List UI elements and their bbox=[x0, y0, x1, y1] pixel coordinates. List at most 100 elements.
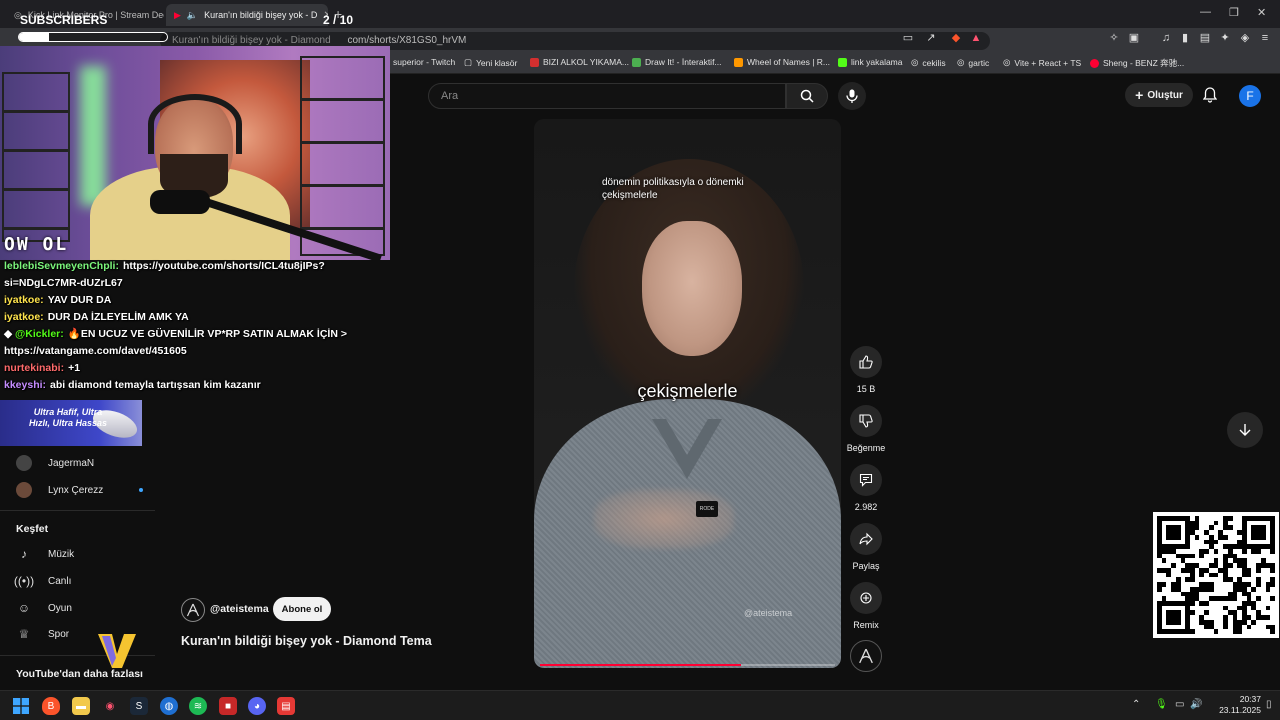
music-note-icon: ♪ bbox=[21, 547, 27, 561]
menu-icon[interactable]: ≡ bbox=[1259, 32, 1271, 44]
comments-action[interactable]: 2.982 bbox=[846, 464, 886, 512]
tray-network-icon[interactable]: ▭ bbox=[1175, 699, 1184, 710]
file-explorer-icon[interactable]: ▬ bbox=[72, 697, 90, 715]
subscriber-goal-label: SUBSCRIBERS bbox=[20, 13, 108, 27]
voice-search-button[interactable] bbox=[838, 82, 866, 110]
ai-icon[interactable]: ✦ bbox=[1219, 32, 1231, 44]
bell-icon bbox=[1203, 87, 1217, 103]
arrow-down-icon bbox=[1239, 424, 1251, 436]
sidebar-item-music[interactable]: ♪ Müzik bbox=[16, 546, 74, 562]
discord-icon[interactable]: ◕ bbox=[248, 697, 266, 715]
screen-cast-icon[interactable]: ▭ bbox=[902, 32, 914, 44]
bookmark-item[interactable]: BIZI ALKOL YIKAMA... bbox=[530, 57, 629, 67]
comment-icon bbox=[859, 473, 873, 487]
tab-search-icon[interactable]: ▣ bbox=[1128, 32, 1140, 44]
remix-action[interactable]: Remix bbox=[846, 582, 886, 630]
like-button[interactable] bbox=[850, 346, 882, 378]
windows-start-icon[interactable] bbox=[12, 697, 30, 715]
chat-message: ◆ @Kickler: 🔥EN UCUZ VE GÜVENİLİR VP*RP S… bbox=[4, 326, 384, 360]
microphone-icon bbox=[846, 89, 858, 103]
share-action[interactable]: Paylaş bbox=[846, 523, 886, 571]
sponsor-ad-banner: Ultra Hafif, Ultra Hızlı, Ultra Hassas bbox=[0, 400, 142, 446]
account-avatar[interactable]: F bbox=[1239, 85, 1261, 107]
steam-icon[interactable]: S bbox=[130, 697, 148, 715]
location-app-icon[interactable]: ◉ bbox=[101, 697, 119, 715]
live-icon: ((•)) bbox=[13, 574, 35, 588]
sidebar-channel-lynx-cerezz[interactable]: Lynx Çerezz bbox=[16, 482, 144, 498]
sidebar-icon[interactable]: ▮ bbox=[1179, 32, 1191, 44]
share-icon[interactable]: ↗ bbox=[925, 32, 937, 44]
bookmark-item[interactable]: superior - Twitch bbox=[393, 57, 455, 67]
bookmark-item[interactable]: ◎ gartic bbox=[957, 57, 989, 68]
remix-label: Remix bbox=[853, 620, 879, 630]
brave-shield-icon[interactable]: ◆ bbox=[950, 32, 962, 44]
like-count: 15 B bbox=[856, 384, 876, 394]
globe-icon: ◎ bbox=[957, 57, 965, 67]
bookmark-item[interactable]: Sheng - BENZ 奔驰... bbox=[1090, 57, 1184, 69]
close-window-icon[interactable]: ✕ bbox=[1257, 6, 1266, 19]
subscriber-goal-fill bbox=[19, 33, 49, 41]
share-button[interactable] bbox=[850, 523, 882, 555]
stream-chat: leblebiSevmeyenChpli: https://youtube.com… bbox=[4, 258, 384, 394]
taskbar-clock[interactable]: 20:37 23.11.2025 bbox=[1205, 694, 1261, 716]
sidebar-channel-jagerman[interactable]: JagermaN bbox=[16, 455, 94, 471]
remix-button[interactable] bbox=[850, 582, 882, 614]
bookmark-item[interactable]: ◎ cekilis bbox=[911, 57, 946, 68]
qr-code bbox=[1153, 512, 1279, 638]
webcam-neon-light bbox=[80, 66, 106, 206]
spotify-icon[interactable]: ≋ bbox=[189, 697, 207, 715]
like-action[interactable]: 15 B bbox=[846, 346, 886, 394]
chat-text: +1 bbox=[68, 362, 81, 374]
comments-button[interactable] bbox=[850, 464, 882, 496]
dislike-button[interactable] bbox=[850, 405, 882, 437]
minimize-icon[interactable]: — bbox=[1200, 6, 1211, 18]
channel-sound-button[interactable] bbox=[850, 640, 882, 672]
next-short-button[interactable] bbox=[1227, 412, 1263, 448]
game-app-icon[interactable]: ▤ bbox=[277, 697, 295, 715]
shorts-video-player[interactable]: RODE dönemin politikasıyla o dönemki çek… bbox=[534, 119, 841, 668]
sidebar-item-sports[interactable]: ♕ Spor bbox=[16, 626, 70, 642]
wallet-icon[interactable]: ▤ bbox=[1199, 32, 1211, 44]
extensions-icon[interactable]: ✧ bbox=[1108, 32, 1120, 44]
bookmark-folder[interactable]: ▢ Yeni klasör bbox=[464, 57, 517, 68]
channel-logo[interactable] bbox=[181, 598, 205, 622]
search-button[interactable] bbox=[786, 83, 828, 109]
sidebar-heading-explore: Keşfet bbox=[16, 523, 49, 535]
atheism-logo-icon bbox=[859, 648, 873, 664]
windows-taskbar: B ▬ ◉ S ◍ ≋ ■ ◕ ▤ ⌃ 🎙 ▭ 🔊 20:37 23.11.20… bbox=[0, 690, 1280, 720]
media-app-icon[interactable]: ■ bbox=[219, 697, 237, 715]
brave-browser-icon[interactable]: B bbox=[42, 697, 60, 715]
sidebar-item-live[interactable]: ((•)) Canlı bbox=[13, 573, 71, 589]
bookmark-item[interactable]: Wheel of Names | R... bbox=[734, 57, 830, 67]
sidebar-item-gaming[interactable]: ☺ Oyun bbox=[16, 600, 72, 616]
video-title[interactable]: Kuran'ın bildiği bişey yok - Diamond Tem… bbox=[181, 634, 432, 648]
chat-text: abi diamond temayla tartışsan kim kazanı… bbox=[50, 379, 261, 391]
vpn-icon[interactable]: ◈ bbox=[1239, 32, 1251, 44]
media-icon[interactable]: ♫ bbox=[1160, 32, 1172, 44]
plus-icon: + bbox=[1135, 87, 1144, 103]
chat-text: DUR DA İZLEYELİM AMK YA bbox=[47, 311, 189, 323]
channel-name[interactable]: @ateistema bbox=[210, 603, 269, 615]
search-input[interactable]: Ara bbox=[428, 83, 786, 109]
restore-icon[interactable]: ❐ bbox=[1229, 6, 1239, 19]
bookmark-item[interactable]: link yakalama bbox=[838, 57, 903, 67]
screen: ◎ Kick Link Monitor Pro | Stream Deck ▶ … bbox=[0, 0, 1280, 720]
tray-mic-icon[interactable]: 🎙 bbox=[1155, 699, 1168, 710]
brave-rewards-icon[interactable]: ▲ bbox=[970, 32, 982, 44]
notification-center-icon[interactable]: ▯ bbox=[1266, 699, 1272, 710]
video-progress-bar[interactable] bbox=[540, 664, 835, 666]
dislike-action[interactable]: Beğenme bbox=[846, 405, 886, 453]
tray-chevron-icon[interactable]: ⌃ bbox=[1132, 699, 1140, 710]
search-icon bbox=[800, 89, 814, 103]
bookmark-item[interactable]: ◎ Vite + React + TS bbox=[1003, 57, 1081, 68]
tray-volume-icon[interactable]: 🔊 bbox=[1190, 699, 1202, 710]
sound-channel-action[interactable] bbox=[846, 640, 886, 672]
app-icon[interactable]: ◍ bbox=[160, 697, 178, 715]
bookmark-item[interactable]: Draw It! - İnteraktif... bbox=[632, 57, 722, 67]
thumbs-up-icon bbox=[859, 355, 873, 369]
notifications-button[interactable] bbox=[1200, 85, 1220, 105]
globe-icon: ◎ bbox=[1003, 57, 1011, 67]
share-arrow-icon bbox=[859, 532, 873, 546]
create-button[interactable]: + Oluştur bbox=[1125, 83, 1193, 107]
subscribe-button[interactable]: Abone ol bbox=[273, 597, 331, 621]
